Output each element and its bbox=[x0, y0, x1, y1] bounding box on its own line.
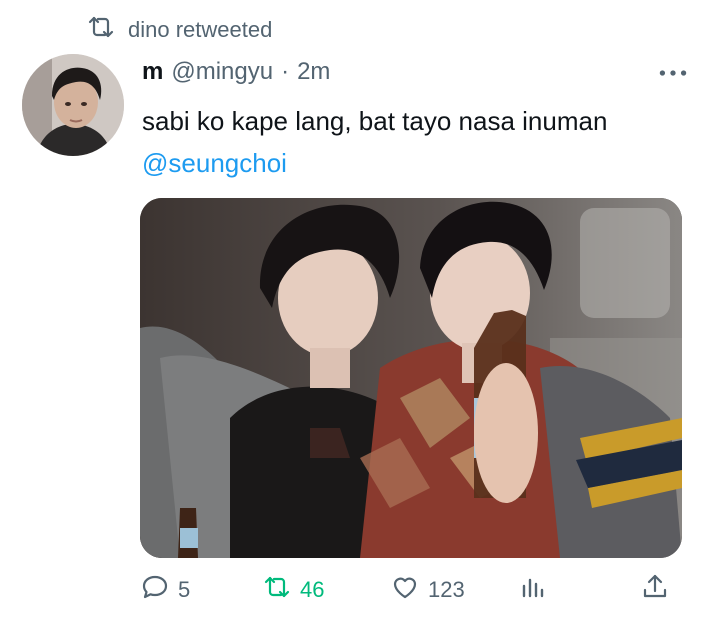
heart-icon bbox=[390, 572, 420, 608]
reply-icon bbox=[140, 572, 170, 608]
reply-button[interactable]: 5 bbox=[140, 568, 190, 612]
mention-link[interactable]: @seungchoi bbox=[142, 142, 702, 184]
avatar[interactable] bbox=[22, 54, 124, 156]
tweet-actions: 5 46 123 bbox=[140, 568, 680, 612]
share-button[interactable] bbox=[640, 568, 670, 612]
retweet-text: dino retweeted bbox=[128, 17, 273, 42]
display-name[interactable]: m bbox=[142, 58, 163, 86]
user-handle[interactable]: @mingyu bbox=[171, 58, 273, 86]
timestamp[interactable]: 2m bbox=[297, 58, 330, 86]
share-icon bbox=[640, 572, 670, 608]
more-options-icon[interactable] bbox=[656, 58, 690, 88]
tweet-text: sabi ko kape lang, bat tayo nasa inuman … bbox=[142, 100, 702, 184]
analytics-icon bbox=[518, 572, 548, 608]
like-button[interactable]: 123 bbox=[390, 568, 465, 612]
tweet-photo[interactable] bbox=[140, 198, 682, 558]
retweet-action-icon bbox=[262, 572, 292, 608]
separator-dot: · bbox=[281, 58, 290, 85]
like-count: 123 bbox=[428, 577, 465, 602]
analytics-button[interactable] bbox=[518, 568, 548, 612]
reply-count: 5 bbox=[178, 577, 191, 602]
retweet-icon bbox=[86, 12, 116, 48]
retweet-button[interactable]: 46 bbox=[262, 568, 324, 612]
retweet-context[interactable]: dino retweeted bbox=[86, 14, 272, 46]
retweet-count: 46 bbox=[300, 577, 325, 602]
tweet-body: sabi ko kape lang, bat tayo nasa inuman bbox=[142, 106, 608, 136]
tweet-header: m @mingyu · 2m bbox=[142, 58, 330, 92]
